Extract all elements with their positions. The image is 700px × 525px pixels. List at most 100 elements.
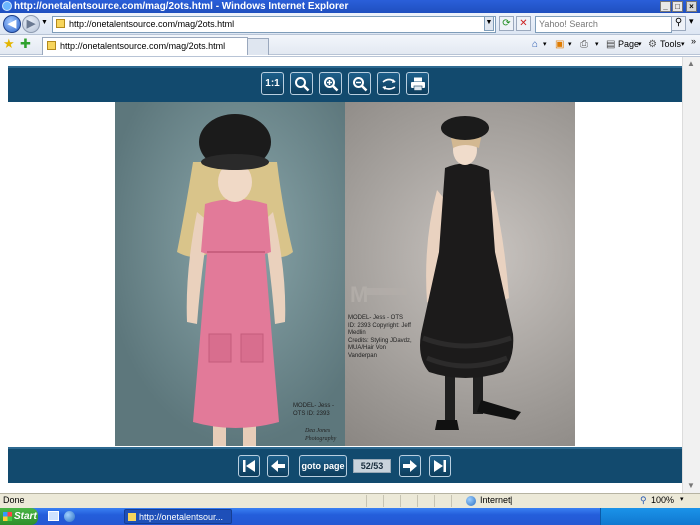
feeds-icon[interactable]: ▣ [555,38,564,51]
scroll-down-icon[interactable]: ▼ [686,481,696,490]
ie-quicklaunch-icon[interactable] [64,511,75,522]
zoom-out-icon [353,77,368,92]
search-button[interactable]: ⚲ [671,16,686,31]
internet-zone-icon [466,496,476,506]
back-button[interactable]: ◀ [3,15,21,33]
security-zone: Internet [480,495,511,505]
viewer-toolbar: 1:1 [8,66,682,102]
task-label: http://onetalentsour... [139,512,224,522]
magazine-spread[interactable]: MODEL- Jess - OTS ID: 2393 Dea Jones Pho… [115,102,575,446]
page-indicator[interactable]: 52/53 [353,459,391,473]
command-overflow[interactable]: » [691,35,696,48]
close-button[interactable]: × [686,1,697,12]
maximize-button[interactable]: □ [672,1,683,12]
actual-size-button[interactable]: 1:1 [261,72,284,95]
zoom-in-button[interactable] [319,72,342,95]
next-page-button[interactable] [399,455,421,477]
status-bar: Done Internet | ⚲ 100% ▾ [0,493,700,508]
forward-button[interactable]: ▶ [22,15,40,33]
pink-dress-photo [115,102,345,446]
zoom-level[interactable]: 100% [651,495,674,505]
history-dropdown-icon[interactable]: ▼ [41,19,48,26]
page-navigation-bar: goto page 52/53 [8,447,682,483]
status-divider [451,495,452,507]
zoom-dropdown-icon[interactable]: ▾ [680,495,684,503]
zoom-out-button[interactable] [348,72,371,95]
tab-favicon-icon [47,41,56,50]
favorites-star-icon[interactable]: ★ [3,37,15,51]
printer-icon [411,77,425,91]
start-button[interactable]: Start [0,508,38,525]
ie-logo-icon [2,1,12,11]
vertical-scrollbar[interactable]: ▲ ▼ [682,57,700,494]
home-dropdown-icon[interactable]: ▾ [543,38,547,51]
first-page-button[interactable] [238,455,260,477]
address-url[interactable]: http://onetalentsource.com/mag/2ots.html [69,17,234,31]
status-divider [434,495,435,507]
search-options-icon[interactable]: ▾ [689,16,694,27]
stop-icon: ✕ [519,18,528,29]
task-favicon-icon [128,513,136,521]
tools-gear-icon[interactable]: ⚙ [648,38,657,51]
address-toolbar: ◀ ▶ ▼ http://onetalentsource.com/mag/2ot… [0,13,700,35]
magazine-page-left[interactable]: MODEL- Jess - OTS ID: 2393 Dea Jones Pho… [115,102,345,446]
tab-title: http://onetalentsource.com/mag/2ots.html [60,41,226,51]
favorites-bar: ★ ✚ http://onetalentsource.com/mag/2ots.… [0,35,700,55]
magnifier-icon: ⚲ [674,17,683,28]
status-divider [417,495,418,507]
minimize-button[interactable]: _ [660,1,671,12]
zoom-icon[interactable]: ⚲ [640,495,647,506]
tab-active[interactable]: http://onetalentsource.com/mag/2ots.html [42,37,248,55]
feeds-dropdown-icon[interactable]: ▾ [568,38,572,51]
address-field[interactable]: http://onetalentsource.com/mag/2ots.html [52,16,496,33]
tools-menu[interactable]: Tools [660,38,681,51]
page-dropdown-icon[interactable]: ▾ [638,38,642,51]
address-dropdown-button[interactable]: ▼ [484,16,494,31]
left-model-caption: MODEL- Jess - OTS ID: 2393 [293,403,335,417]
print-dropdown-icon[interactable]: ▾ [595,38,599,51]
windows-logo-icon [3,512,12,521]
refresh-icon: ⟳ [502,18,511,29]
magnifier-icon [295,77,310,92]
goto-page-button[interactable]: goto page [299,455,347,477]
stop-button[interactable]: ✕ [516,16,531,31]
show-desktop-icon[interactable] [48,511,59,521]
new-tab-button[interactable] [247,38,269,55]
arrow-left-icon [271,460,285,472]
search-placeholder: Yahoo! Search [539,19,598,29]
last-page-icon [434,460,446,472]
print-icon[interactable]: ⎙ [580,38,588,51]
black-dress-photo: M [350,116,521,430]
home-icon[interactable]: ⌂ [532,38,538,51]
previous-page-button[interactable] [267,455,289,477]
taskbar-ie-window[interactable]: http://onetalentsour... [124,509,232,524]
page-menu[interactable]: Page [618,38,639,51]
add-favorite-icon[interactable]: ✚ [20,37,31,51]
status-divider [400,495,401,507]
zoom-in-icon [324,77,339,92]
system-tray [600,508,700,525]
forward-arrow-icon: ▶ [26,18,36,30]
windows-taskbar: Start http://onetalentsour... [0,508,700,525]
zoom-button[interactable] [290,72,313,95]
back-arrow-icon: ◀ [7,18,17,30]
refresh-button[interactable]: ⟳ [499,16,514,31]
photographer-signature: Dea Jones Photography [305,428,337,442]
watermark-logo: M [350,282,368,307]
flip-arrows-icon [382,78,396,90]
print-button[interactable] [406,72,429,95]
arrow-right-icon [403,460,417,472]
page-menu-icon[interactable]: ▤ [606,38,615,51]
tools-dropdown-icon[interactable]: ▾ [681,38,685,51]
right-model-caption: MODEL- Jess - OTS ID: 2393 Copyright: Je… [348,315,412,359]
status-divider [366,495,367,507]
page-favicon-icon [56,19,65,28]
flip-mode-button[interactable] [377,72,400,95]
last-page-button[interactable] [429,455,451,477]
search-input[interactable]: Yahoo! Search [535,16,672,33]
first-page-icon [243,460,255,472]
window-title: http://onetalentsource.com/mag/2ots.html… [14,1,349,12]
scroll-up-icon[interactable]: ▲ [686,59,696,68]
magazine-page-right[interactable]: M MODEL- Jess - OTS ID: 2393 Copyright: … [345,102,575,446]
start-label: Start [14,511,37,522]
